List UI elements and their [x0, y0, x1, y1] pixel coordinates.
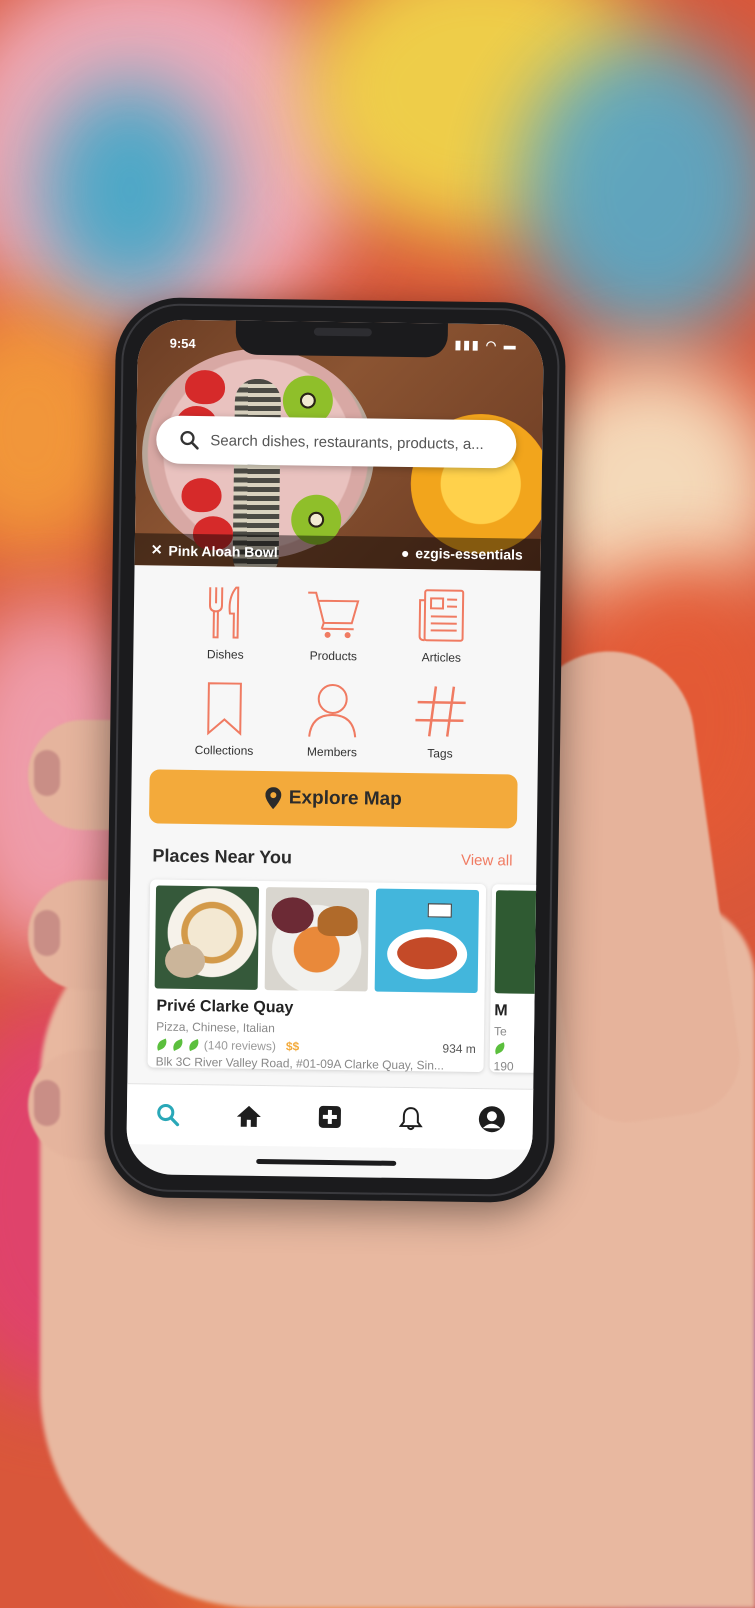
category-members[interactable]: Members: [282, 680, 383, 759]
category-label: Members: [306, 744, 358, 760]
home-indicator[interactable]: [256, 1158, 397, 1166]
place-photo[interactable]: [494, 890, 544, 995]
category-dishes[interactable]: Dishes: [175, 583, 276, 662]
status-icons: ▮▮▮ ◠ ▬: [455, 338, 518, 353]
places-header: Places Near You View all: [152, 845, 512, 871]
place-name: M: [494, 1002, 508, 1020]
status-time: 9:54: [169, 335, 196, 352]
fork-knife-icon: [209, 586, 240, 639]
category-label: Articles: [421, 650, 462, 665]
view-all-link[interactable]: View all: [461, 852, 513, 870]
category-articles[interactable]: Articles: [391, 586, 492, 665]
phone: 9:54 ▮▮▮ ◠ ▬ Search dishes, restaurants,…: [103, 296, 567, 1204]
hero-caption: ✕ Pink Aloah Bowl ● ezgis-essentials: [134, 533, 541, 571]
add-icon: [318, 1105, 341, 1129]
place-card[interactable]: Privé Clarke Quay Pizza, Chinese, Italia…: [147, 879, 487, 1073]
search-icon: [180, 430, 199, 450]
author-name: ezgis-essentials: [415, 545, 523, 563]
place-photo[interactable]: [264, 887, 370, 992]
map-pin-icon: [264, 787, 281, 810]
category-tags[interactable]: Tags: [390, 682, 491, 761]
explore-map-label: Explore Map: [288, 787, 402, 810]
tab-profile[interactable]: [472, 1099, 513, 1140]
wifi-icon: ◠: [485, 338, 499, 353]
price-level: $$: [285, 1039, 300, 1054]
place-rating: (140 reviews) $$: [154, 1038, 300, 1054]
home-icon: [236, 1105, 261, 1127]
place-name: Privé Clarke Quay: [156, 997, 294, 1017]
search-icon: [156, 1103, 179, 1127]
explore-map-button[interactable]: Explore Map: [148, 769, 518, 829]
tab-search[interactable]: [147, 1094, 188, 1135]
newspaper-icon: [418, 589, 465, 642]
leaf-icon: [154, 1038, 169, 1051]
dish-link[interactable]: ✕ Pink Aloah Bowl: [151, 541, 278, 560]
tab-home[interactable]: [228, 1096, 269, 1137]
bookmark-icon: [207, 682, 242, 736]
utensils-icon: ✕: [150, 541, 163, 558]
category-label: Dishes: [206, 647, 244, 662]
tab-bar: [126, 1083, 534, 1150]
review-count: (140 reviews): [203, 1038, 276, 1054]
place-address: Blk 3C River Valley Road, #01-09A Clarke…: [155, 1054, 445, 1073]
category-label: Products: [309, 648, 358, 664]
leaf-icon: [170, 1038, 185, 1051]
category-label: Collections: [194, 743, 254, 758]
place-photo[interactable]: [374, 888, 480, 994]
category-grid: Dishes Products Articles Collections Mem…: [132, 574, 541, 770]
battery-icon: ▬: [503, 338, 518, 353]
dish-name: Pink Aloah Bowl: [168, 542, 278, 560]
tab-add[interactable]: [310, 1097, 351, 1138]
place-address: 190: [493, 1059, 514, 1074]
cart-icon: [308, 591, 360, 639]
search-input[interactable]: [208, 430, 513, 454]
phone-screen: 9:54 ▮▮▮ ◠ ▬ Search dishes, restaurants,…: [126, 319, 544, 1180]
bell-icon: [398, 1107, 423, 1131]
author-link[interactable]: ● ezgis-essentials: [401, 545, 523, 563]
profile-icon: [479, 1106, 506, 1133]
place-photo[interactable]: [154, 885, 260, 990]
section-title: Places Near You: [152, 845, 293, 868]
status-bar: 9:54 ▮▮▮ ◠ ▬: [138, 319, 544, 359]
leaf-icon: [492, 1042, 507, 1055]
place-card[interactable]: M Te 190: [489, 884, 544, 1074]
place-photos: [154, 885, 480, 994]
search-bar[interactable]: [155, 415, 517, 469]
hashtag-icon: [415, 686, 466, 737]
place-cuisine: Pizza, Chinese, Italian: [156, 1019, 275, 1036]
category-label: Tags: [427, 746, 453, 761]
place-distance: 934 m: [442, 1041, 476, 1056]
category-collections[interactable]: Collections: [174, 679, 275, 758]
category-products[interactable]: Products: [283, 584, 384, 663]
leaf-icon: [186, 1038, 201, 1052]
person-icon: [308, 683, 357, 738]
user-icon: ●: [400, 544, 410, 562]
tab-notifications[interactable]: [391, 1098, 432, 1139]
place-cuisine: Te: [493, 1024, 507, 1039]
signal-icon: ▮▮▮: [454, 337, 481, 352]
